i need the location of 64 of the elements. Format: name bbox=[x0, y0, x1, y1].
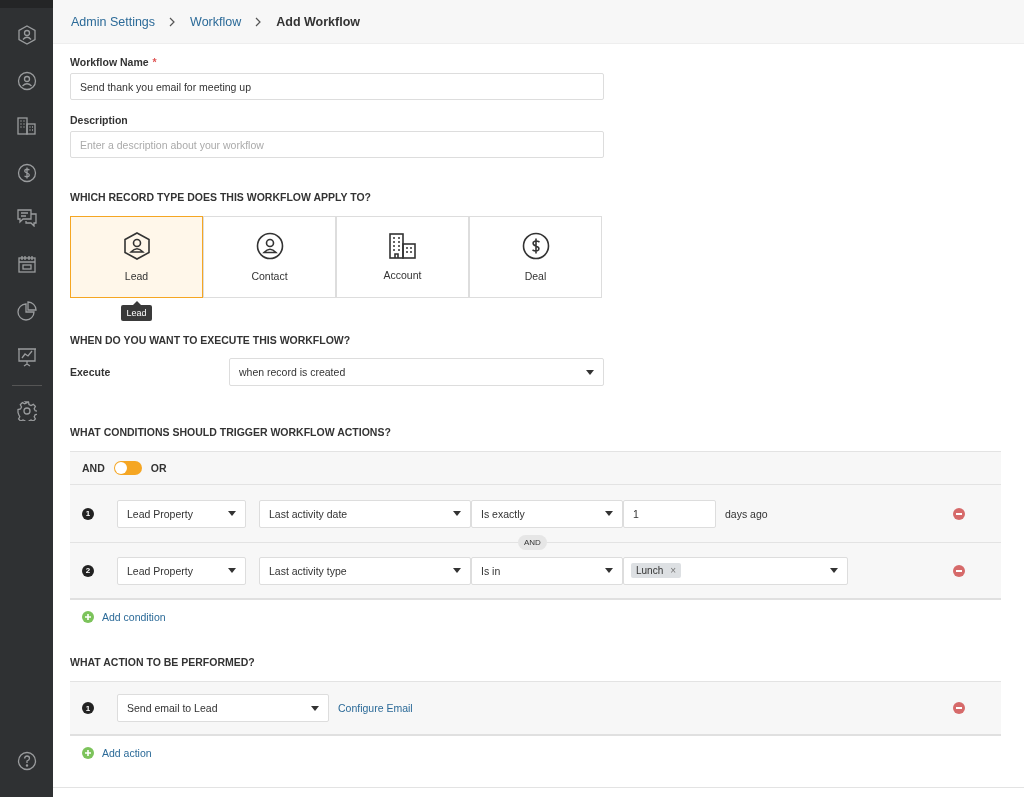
or-label: OR bbox=[150, 462, 167, 474]
record-type-card[interactable]: Contact bbox=[203, 216, 336, 298]
buildings-icon bbox=[388, 233, 417, 259]
connector-badge: AND bbox=[518, 535, 547, 550]
section-heading: WHICH RECORD TYPE DOES THIS WORKFLOW APPLY TO? bbox=[70, 191, 372, 203]
operator-dropdown[interactable]: Is exactly bbox=[471, 499, 623, 528]
remove-icon[interactable]: × bbox=[670, 565, 677, 576]
entity-dropdown[interactable]: Lead Property bbox=[117, 499, 246, 528]
workflow-name-field[interactable]: Send thank you email for meeting up bbox=[70, 73, 604, 100]
tag-chip: Lunch × bbox=[631, 563, 682, 578]
field-dropdown[interactable]: Last activity date bbox=[259, 499, 471, 528]
dollar-icon[interactable] bbox=[16, 163, 37, 183]
remove-icon[interactable] bbox=[953, 702, 965, 714]
add-action-link[interactable]: Add action bbox=[102, 747, 152, 759]
remove-icon[interactable] bbox=[953, 507, 965, 520]
buildings-icon[interactable] bbox=[16, 117, 37, 135]
chevron-icon bbox=[169, 16, 177, 27]
remove-icon[interactable] bbox=[953, 564, 965, 577]
value-field[interactable]: 1 bbox=[623, 499, 716, 528]
field-label: Workflow Name * bbox=[70, 56, 158, 68]
field-label: Description bbox=[70, 114, 129, 126]
and-label: AND bbox=[82, 462, 105, 474]
tags-dropdown[interactable]: Lunch × bbox=[623, 556, 848, 585]
description-field[interactable]: Enter a description about your workflow bbox=[70, 131, 604, 158]
calendar-icon[interactable] bbox=[17, 255, 36, 273]
page-title: Add Workflow bbox=[276, 14, 361, 29]
configure-email-link[interactable]: Configure Email bbox=[338, 702, 413, 714]
step-number: 1 bbox=[82, 702, 94, 714]
step-number: 1 bbox=[82, 507, 94, 520]
section-heading: WHAT CONDITIONS SHOULD TRIGGER WORKFLOW ACTIONS? bbox=[70, 426, 392, 438]
card-label: Account bbox=[383, 269, 422, 281]
chat-icon[interactable] bbox=[16, 209, 37, 227]
entity-dropdown[interactable]: Lead Property bbox=[117, 556, 246, 585]
section-heading: WHAT ACTION TO BE PERFORMED? bbox=[70, 656, 256, 668]
suffix-text: days ago bbox=[725, 507, 768, 520]
card-label: Contact bbox=[251, 270, 288, 282]
contact-icon[interactable] bbox=[16, 71, 37, 91]
operator-dropdown[interactable]: Is in bbox=[471, 556, 623, 585]
required-mark: * bbox=[152, 56, 157, 68]
card-label: Deal bbox=[524, 270, 547, 282]
chevron-icon bbox=[255, 16, 263, 27]
lead-icon[interactable] bbox=[17, 25, 36, 45]
execute-dropdown[interactable]: when record is created bbox=[229, 358, 604, 386]
action-dropdown[interactable]: Send email to Lead bbox=[117, 694, 329, 722]
dollar-icon bbox=[521, 232, 550, 260]
field-dropdown[interactable]: Last activity type bbox=[259, 556, 471, 585]
field-label: Execute bbox=[70, 366, 112, 378]
presentation-icon[interactable] bbox=[16, 347, 37, 367]
card-label: Lead bbox=[124, 270, 149, 282]
breadcrumb-link[interactable]: Workflow bbox=[190, 14, 242, 29]
record-type-card[interactable]: Lead bbox=[70, 216, 203, 298]
breadcrumb-link[interactable]: Admin Settings bbox=[71, 14, 156, 29]
add-condition-link[interactable]: Add condition bbox=[102, 611, 166, 623]
top-bar bbox=[0, 0, 53, 8]
step-number: 2 bbox=[82, 564, 94, 577]
help-icon[interactable] bbox=[16, 751, 37, 771]
pie-chart-icon[interactable] bbox=[16, 301, 37, 321]
record-type-card[interactable]: Deal bbox=[469, 216, 602, 298]
section-heading: WHEN DO YOU WANT TO EXECUTE THIS WORKFLOW? bbox=[70, 334, 352, 346]
lead-icon bbox=[123, 232, 150, 260]
settings-icon[interactable] bbox=[16, 401, 37, 421]
toggle-switch[interactable] bbox=[113, 461, 142, 475]
record-type-card[interactable]: Account bbox=[336, 216, 469, 298]
contact-icon bbox=[255, 232, 284, 260]
